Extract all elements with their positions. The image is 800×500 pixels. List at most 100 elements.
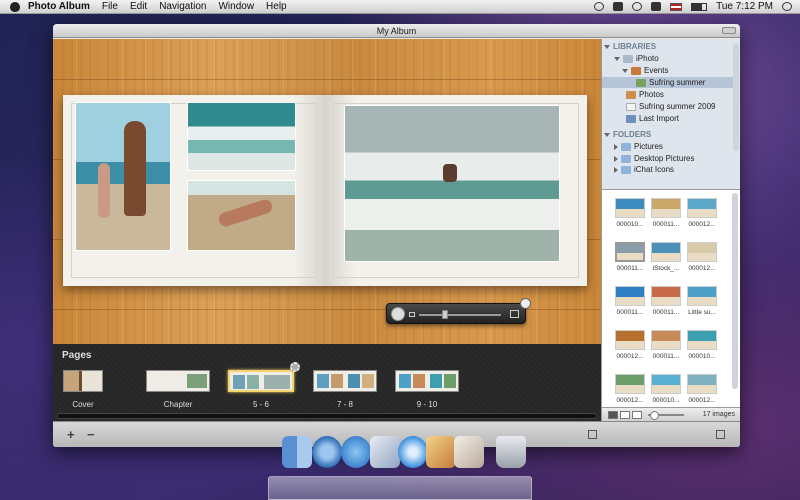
photo-thumbnail[interactable] bbox=[687, 198, 717, 218]
page-options-gear-icon[interactable] bbox=[290, 362, 300, 372]
photo-father-daughter[interactable] bbox=[75, 102, 171, 251]
photo-thumbnail[interactable] bbox=[615, 242, 645, 262]
album-right-page[interactable] bbox=[325, 95, 587, 286]
photo-grid-item[interactable]: iStock_... bbox=[646, 242, 686, 272]
finder-dock-icon[interactable] bbox=[282, 436, 312, 468]
photo-grid-item[interactable]: 000011... bbox=[646, 286, 686, 316]
toolbar-toggle-button[interactable] bbox=[722, 27, 736, 34]
photo-thumbnail[interactable] bbox=[615, 286, 645, 306]
window-titlebar[interactable]: My Album bbox=[53, 24, 740, 38]
source-last-import[interactable]: Last Import bbox=[626, 113, 679, 124]
photo-thumbnail[interactable] bbox=[651, 374, 681, 394]
battery-icon[interactable] bbox=[691, 2, 708, 11]
thumbnail-size-slider[interactable] bbox=[648, 411, 684, 420]
menu-edit[interactable]: Edit bbox=[130, 1, 147, 12]
photo-thumbnail[interactable] bbox=[651, 198, 681, 218]
toggle-pages-panel-button[interactable] bbox=[588, 430, 597, 439]
photo-grid-item[interactable]: 000012... bbox=[682, 242, 722, 272]
source-photos[interactable]: Photos bbox=[626, 89, 664, 100]
detail-view-button[interactable] bbox=[632, 411, 642, 419]
trash-dock-icon[interactable] bbox=[496, 436, 526, 468]
app-store-dock-icon[interactable] bbox=[341, 436, 371, 468]
source-sufring-summer[interactable]: Sufring summer bbox=[602, 77, 733, 88]
zoom-slider-thumb[interactable] bbox=[442, 310, 448, 319]
photo-grid-item[interactable]: Little su... bbox=[682, 286, 722, 316]
photo-grid-item[interactable]: 000010... bbox=[646, 374, 686, 404]
source-summer-2009[interactable]: Sufring summer 2009 bbox=[626, 101, 715, 112]
page-thumb-7-8[interactable] bbox=[313, 370, 377, 392]
photo-grid-item[interactable]: 000012... bbox=[682, 198, 722, 228]
safari-dock-icon[interactable] bbox=[398, 436, 428, 468]
grid-view-button[interactable] bbox=[608, 411, 618, 419]
disclosure-triangle-icon[interactable] bbox=[604, 132, 610, 137]
mail-dock-icon[interactable] bbox=[370, 436, 400, 468]
photo-grid-item[interactable]: 000011... bbox=[610, 242, 650, 272]
photo-thumbnail[interactable] bbox=[687, 330, 717, 350]
photo-grid-item[interactable]: 000012... bbox=[610, 330, 650, 360]
folders-section[interactable]: FOLDERS bbox=[604, 129, 651, 140]
source-desktop-pictures[interactable]: Desktop Pictures bbox=[614, 153, 694, 164]
disclosure-triangle-icon[interactable] bbox=[604, 44, 610, 49]
menu-window[interactable]: Window bbox=[218, 1, 254, 12]
photo-rotate-knob[interactable] bbox=[391, 307, 405, 321]
photo-grid-item[interactable]: 000012... bbox=[610, 374, 650, 404]
photo-thumbnail[interactable] bbox=[687, 242, 717, 262]
libraries-section[interactable]: LIBRARIES bbox=[604, 41, 656, 52]
menu-file[interactable]: File bbox=[102, 1, 118, 12]
menu-app-name[interactable]: Photo Album bbox=[28, 1, 90, 12]
zoom-slider-track[interactable] bbox=[419, 314, 501, 316]
wifi-icon[interactable] bbox=[632, 2, 643, 11]
photo-girl-on-sand[interactable] bbox=[187, 180, 296, 251]
photo-thumbnail[interactable] bbox=[615, 198, 645, 218]
photo-thumbnail[interactable] bbox=[687, 286, 717, 306]
time-machine-icon[interactable] bbox=[594, 2, 605, 11]
photo-browser-scrollbar[interactable] bbox=[732, 193, 738, 389]
input-source-flag-icon[interactable] bbox=[670, 2, 683, 11]
disclosure-triangle-icon[interactable] bbox=[614, 166, 618, 173]
page-thumb-5-6[interactable] bbox=[228, 370, 294, 392]
add-page-button[interactable]: + bbox=[67, 427, 75, 442]
photo-thumbnail[interactable] bbox=[615, 374, 645, 394]
disclosure-triangle-icon[interactable] bbox=[614, 155, 618, 162]
album-left-page[interactable] bbox=[63, 95, 325, 286]
menu-help[interactable]: Help bbox=[266, 1, 287, 12]
photo-grid-item[interactable]: 000011... bbox=[646, 198, 686, 228]
photo-thumbnail[interactable] bbox=[687, 374, 717, 394]
photo-album-dock-icon[interactable] bbox=[454, 436, 484, 468]
toggle-browser-button[interactable] bbox=[716, 430, 725, 439]
source-events[interactable]: Events bbox=[622, 65, 668, 76]
photo-grid-item[interactable]: 000012... bbox=[682, 374, 722, 404]
remove-page-button[interactable]: − bbox=[87, 427, 95, 442]
source-pictures[interactable]: Pictures bbox=[614, 141, 663, 152]
menu-clock[interactable]: Tue 7:12 PM bbox=[716, 1, 773, 12]
bluetooth-icon[interactable] bbox=[613, 2, 624, 11]
source-list-scrollbar[interactable] bbox=[733, 43, 739, 151]
menu-navigation[interactable]: Navigation bbox=[159, 1, 206, 12]
page-thumb-cover[interactable] bbox=[63, 370, 103, 392]
zoom-control-close-button[interactable] bbox=[520, 298, 531, 309]
page-thumb-9-10[interactable] bbox=[395, 370, 459, 392]
photo-grid-item[interactable]: 000011... bbox=[646, 330, 686, 360]
disclosure-triangle-icon[interactable] bbox=[614, 143, 618, 150]
volume-icon[interactable] bbox=[651, 2, 662, 11]
photo-thumbnail[interactable] bbox=[651, 286, 681, 306]
iphoto-dock-icon[interactable] bbox=[426, 436, 456, 468]
pages-scrollbar[interactable] bbox=[57, 413, 597, 419]
disclosure-triangle-icon[interactable] bbox=[614, 56, 620, 61]
quicktime-dock-icon[interactable] bbox=[312, 436, 342, 468]
photo-thumbnail[interactable] bbox=[651, 330, 681, 350]
photo-grid-item[interactable]: 000010... bbox=[610, 198, 650, 228]
source-iphoto[interactable]: iPhoto bbox=[614, 53, 659, 64]
photo-thumbnail[interactable] bbox=[651, 242, 681, 262]
apple-menu-icon[interactable] bbox=[10, 1, 20, 12]
photo-child-in-waves[interactable] bbox=[187, 102, 296, 171]
list-view-button[interactable] bbox=[620, 411, 630, 419]
photo-grid-item[interactable]: 000011... bbox=[610, 286, 650, 316]
album-canvas[interactable] bbox=[53, 39, 601, 344]
source-ichat-icons[interactable]: iChat Icons bbox=[614, 165, 674, 174]
disclosure-triangle-icon[interactable] bbox=[622, 68, 628, 73]
photo-thumbnail[interactable] bbox=[615, 330, 645, 350]
spotlight-search-icon[interactable] bbox=[782, 2, 792, 11]
photo-grid-item[interactable]: 000010... bbox=[682, 330, 722, 360]
page-thumb-chapter[interactable] bbox=[146, 370, 210, 392]
